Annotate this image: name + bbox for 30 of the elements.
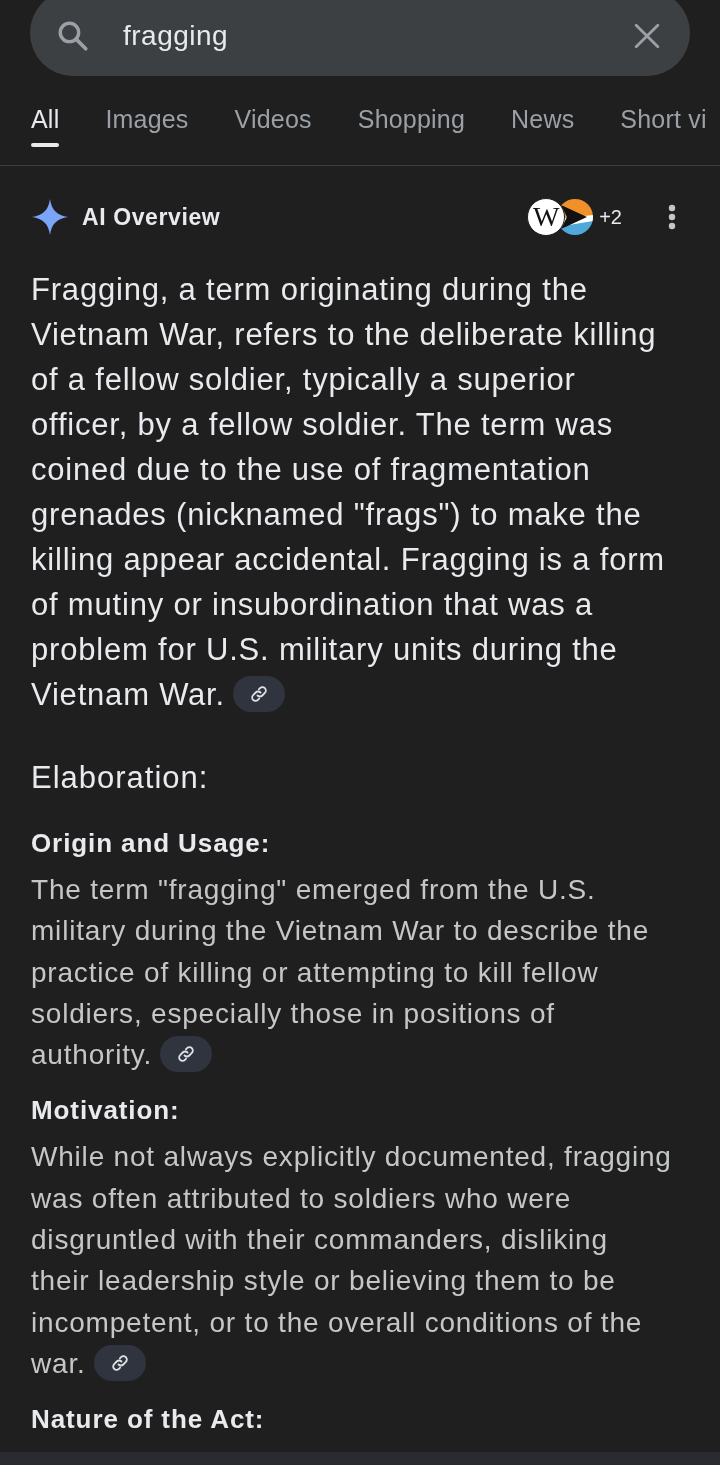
section-text: The term "fragging" emerged from the U.S. military during the Vietnam War to describe the practice of killing or attempting to kill fellow soldiers, especially those in positions of authority. xyxy=(31,873,651,1074)
sparkle-icon xyxy=(32,199,68,235)
tab[interactable]: All xyxy=(31,105,60,149)
more-options-icon xyxy=(668,204,676,230)
citation-link-button[interactable] xyxy=(93,1344,146,1381)
source-letter-logo: W xyxy=(527,198,566,236)
close-icon xyxy=(634,23,660,49)
overview-summary: Fragging, a term originating during the Vietnam War, refers to the deliberate killing of a fellow soldier, typically a superior officer, by a fellow soldier. The term was coined due to the use of fragmentation grenades (nicknamed "frags") to make the killing appear accidental. Fragging is a form of mutiny or insubordination that was a problem for U.S. military units during the Vietnam War. xyxy=(31,271,666,714)
more-options-button[interactable] xyxy=(668,204,676,230)
section-heading: Origin and Usage: xyxy=(31,827,272,860)
link-icon xyxy=(177,1044,196,1063)
tab[interactable]: News xyxy=(511,105,575,149)
search-query: fragging xyxy=(123,20,229,52)
search-bar[interactable]: fragging xyxy=(30,0,690,76)
citation-link-button[interactable] xyxy=(160,1035,213,1072)
clear-button[interactable] xyxy=(634,23,660,49)
tab[interactable]: Videos xyxy=(234,105,312,149)
tab[interactable]: Images xyxy=(105,105,189,149)
sources-button[interactable]: W +2 xyxy=(527,198,622,236)
section-text: While not always explicitly documented, fragging was often attributed to soldiers who were disgruntled with their commanders, disliking their leadership style or believing them to be incompetent, or to the overall conditions of the war. xyxy=(31,1140,673,1383)
section-heading: Nature of the Act: xyxy=(31,1403,266,1437)
tab[interactable]: Short vi xyxy=(620,105,707,149)
tab[interactable]: Shopping xyxy=(357,105,466,149)
elaboration-heading: Elaboration: xyxy=(31,759,210,797)
ai-overview-title: AI Overview xyxy=(82,203,221,231)
citation-link-button[interactable] xyxy=(232,675,285,712)
search-icon xyxy=(56,19,90,53)
link-icon xyxy=(249,684,268,703)
link-icon xyxy=(110,1353,129,1372)
section-heading: Motivation: xyxy=(31,1094,181,1128)
